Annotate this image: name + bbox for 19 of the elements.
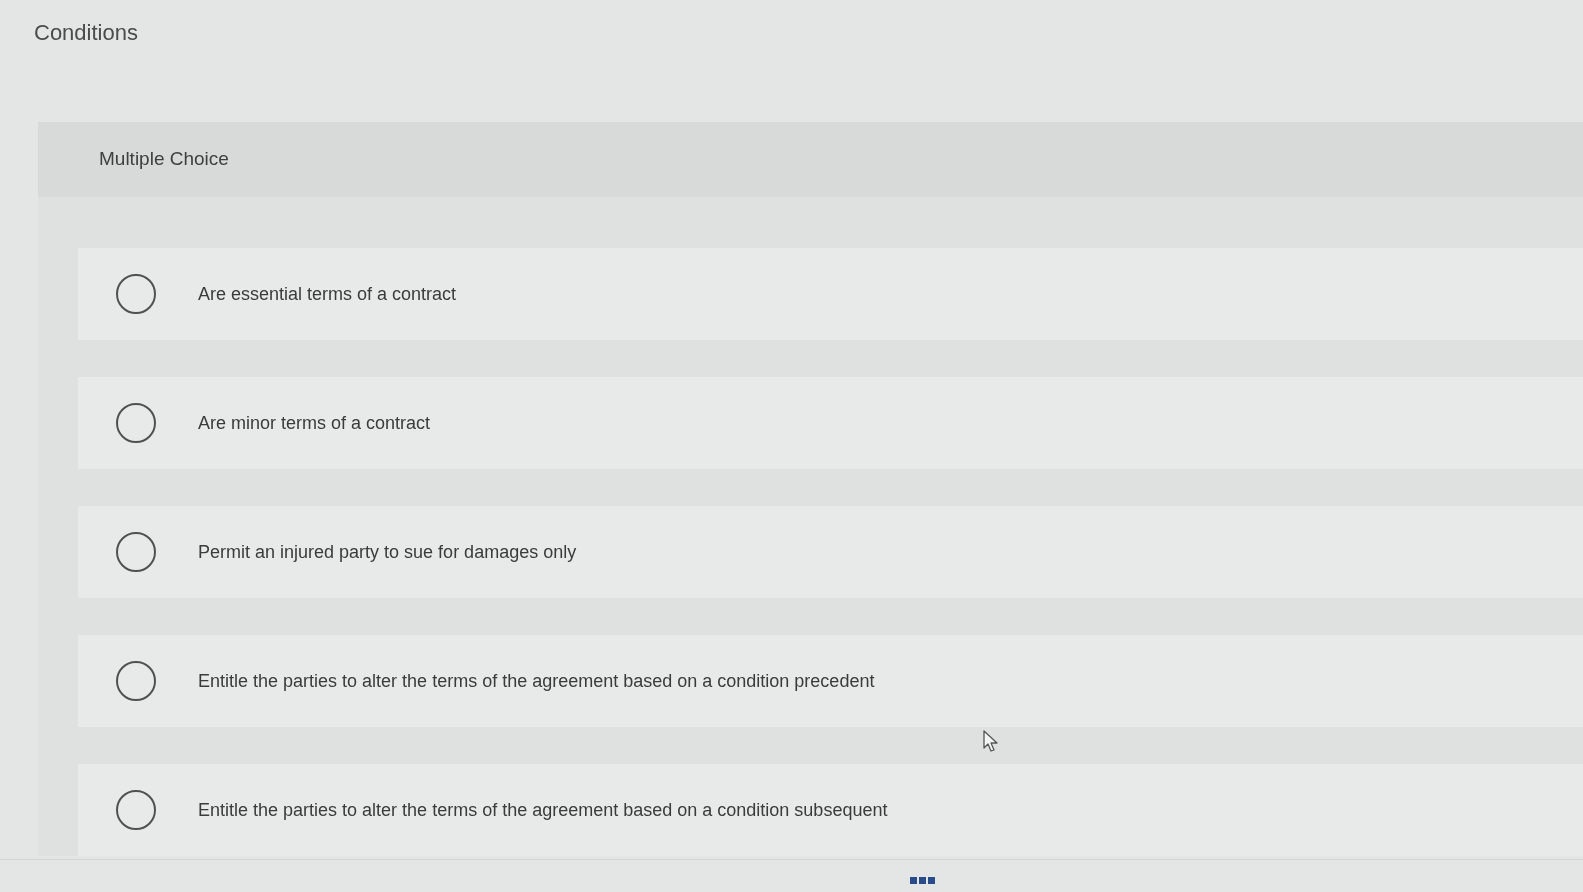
option-text: Entitle the parties to alter the terms of the agreement based on a condition subsequent	[198, 798, 888, 822]
radio-button[interactable]	[116, 532, 156, 572]
radio-button[interactable]	[116, 661, 156, 701]
answer-option[interactable]: Permit an injured party to sue for damages only	[78, 506, 1583, 598]
option-text: Are minor terms of a contract	[198, 411, 431, 435]
page-title: Conditions	[34, 19, 138, 47]
answer-option[interactable]: Are minor terms of a contract	[78, 377, 1583, 469]
radio-button[interactable]	[116, 790, 156, 830]
radio-button[interactable]	[116, 403, 156, 443]
radio-button[interactable]	[116, 274, 156, 314]
option-text: Entitle the parties to alter the terms of the agreement based on a condition precedent	[198, 669, 875, 693]
answer-option[interactable]: Are essential terms of a contract	[78, 248, 1583, 340]
answer-option[interactable]: Entitle the parties to alter the terms of the agreement based on a condition precedent	[78, 635, 1583, 727]
answer-option[interactable]: Entitle the parties to alter the terms of the agreement based on a condition subsequent	[78, 764, 1583, 856]
mouse-pointer-icon	[983, 730, 998, 752]
option-text: Are essential terms of a contract	[198, 282, 457, 306]
option-text: Permit an injured party to sue for damages only	[198, 540, 577, 564]
grid-icon	[910, 877, 935, 884]
question-type-label: Multiple Choice	[99, 147, 229, 172]
